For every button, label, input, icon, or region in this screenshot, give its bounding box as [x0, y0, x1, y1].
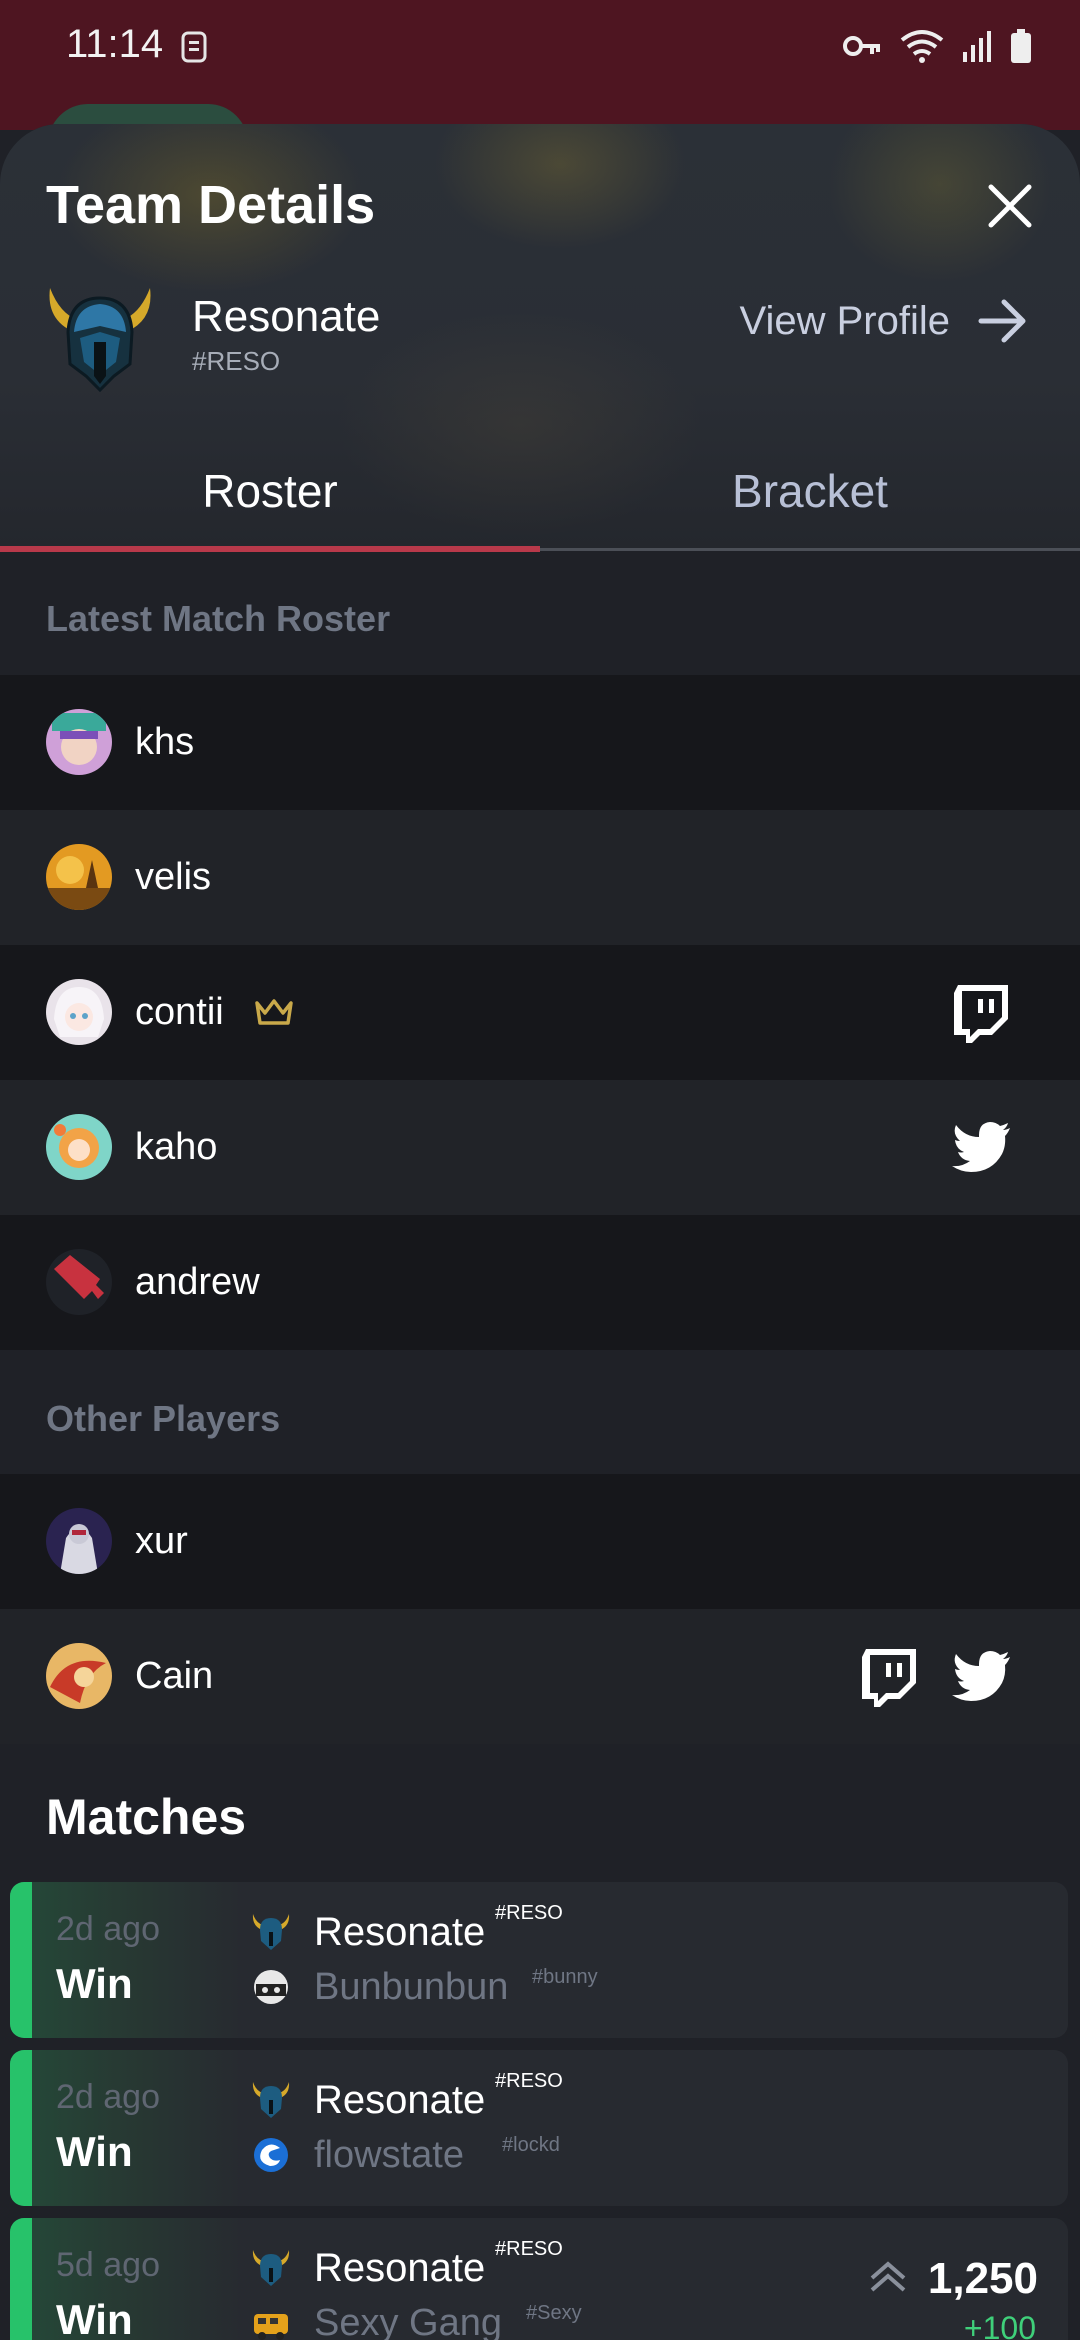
captain-crown-icon — [255, 999, 293, 1025]
active-tab-indicator — [0, 546, 540, 552]
view-profile-label: View Profile — [739, 298, 950, 343]
close-button[interactable] — [980, 176, 1040, 236]
team-logo — [49, 288, 151, 393]
match-result: Win — [56, 2128, 133, 2175]
flowstate-logo-icon — [254, 2138, 288, 2172]
player-row-xur[interactable]: xur — [0, 1474, 1080, 1609]
close-icon — [988, 184, 1032, 228]
player-row-cain[interactable]: Cain — [0, 1609, 1080, 1744]
matches-title: Matches — [46, 1789, 247, 1845]
team1-name: Resonate — [314, 2246, 486, 2290]
team2-name: flowstate — [314, 2134, 464, 2176]
player-row-velis[interactable]: velis — [0, 810, 1080, 945]
win-indicator — [10, 2218, 32, 2340]
bunbunbun-logo-icon — [254, 1970, 288, 2004]
status-time: 11:14 — [66, 22, 164, 66]
team2-tag: #lockd — [502, 2134, 560, 2156]
twitch-icon — [862, 1649, 916, 1707]
match-result: Win — [56, 1960, 133, 2007]
team1-name: Resonate — [314, 2078, 486, 2122]
player-row-khs[interactable]: khs — [0, 675, 1080, 810]
signal-icon — [963, 31, 991, 62]
twitter-link[interactable] — [944, 1639, 1020, 1715]
twitter-link[interactable] — [944, 1110, 1020, 1186]
match-result: Win — [56, 2296, 133, 2340]
team-tag: #RESO — [192, 346, 281, 376]
team2-name: Bunbunbun — [314, 1966, 509, 2008]
player-row-kaho[interactable]: kaho — [0, 1080, 1080, 1215]
latest-roster-label: Latest Match Roster — [46, 598, 391, 639]
match-card[interactable]: 2d ago Win Resonate #RESO flowstate #loc… — [10, 2050, 1068, 2206]
match-time: 2d ago — [56, 1910, 160, 1948]
twitch-link[interactable] — [852, 1639, 928, 1715]
team2-tag: #bunny — [532, 1966, 598, 1988]
sexy-gang-logo-icon — [254, 2314, 288, 2340]
arrow-right-icon — [978, 299, 1026, 343]
tab-roster[interactable]: Roster — [0, 464, 540, 518]
match-score: 1,250 — [927, 2254, 1038, 2303]
player-name: contii — [135, 991, 224, 1033]
score-change: +100 — [963, 2310, 1036, 2340]
resonate-logo-icon — [252, 2250, 290, 2286]
match-time: 2d ago — [56, 2078, 160, 2116]
team1-tag: #RESO — [495, 2070, 563, 2092]
match-card[interactable]: 5d ago Win Resonate #RESO Sexy Gang #Sex… — [10, 2218, 1068, 2340]
player-name: andrew — [135, 1261, 260, 1303]
resonate-logo-icon — [252, 1914, 290, 1950]
player-row-contii[interactable]: contii — [0, 945, 1080, 1080]
tab-bracket[interactable]: Bracket — [540, 464, 1080, 518]
battery-icon — [1011, 29, 1031, 63]
avatar-velis — [46, 844, 112, 910]
player-name: velis — [135, 856, 212, 898]
match-time: 5d ago — [56, 2246, 160, 2284]
avatar-cain — [46, 1643, 112, 1709]
team-details-sheet: Team Details Resonate #RESO View Profile… — [0, 124, 1080, 2340]
twitter-icon — [952, 1122, 1010, 1172]
rank-chevron-icon — [870, 2261, 906, 2292]
avatar-khs — [46, 709, 112, 775]
avatar-kaho — [46, 1114, 112, 1180]
player-name: Cain — [135, 1655, 214, 1697]
win-indicator — [10, 2050, 32, 2206]
twitter-icon — [952, 1651, 1010, 1701]
twitch-link[interactable] — [944, 975, 1020, 1051]
team2-name: Sexy Gang — [314, 2302, 502, 2340]
twitch-icon — [954, 985, 1008, 1043]
key-icon — [843, 36, 880, 56]
win-indicator — [10, 1882, 32, 2038]
sim-icon — [181, 31, 207, 63]
team2-tag: #Sexy — [526, 2302, 582, 2324]
other-players-label: Other Players — [46, 1398, 281, 1439]
view-profile-button[interactable]: View Profile — [740, 298, 1028, 344]
wifi-icon — [900, 30, 944, 63]
avatar-xur — [46, 1508, 112, 1574]
player-row-andrew[interactable]: andrew — [0, 1215, 1080, 1350]
player-name: khs — [135, 721, 195, 763]
avatar-contii — [46, 979, 112, 1045]
team1-tag: #RESO — [495, 1902, 563, 1924]
team1-tag: #RESO — [495, 2238, 563, 2260]
avatar-andrew — [46, 1249, 112, 1315]
match-card[interactable]: 2d ago Win Resonate #RESO Bunbunbun #bun… — [10, 1882, 1068, 2038]
team-name: Resonate — [192, 292, 381, 341]
resonate-logo-icon — [252, 2082, 290, 2118]
team1-name: Resonate — [314, 1910, 486, 1954]
player-name: kaho — [135, 1126, 218, 1168]
player-name: xur — [135, 1520, 188, 1562]
sheet-title: Team Details — [46, 175, 376, 235]
